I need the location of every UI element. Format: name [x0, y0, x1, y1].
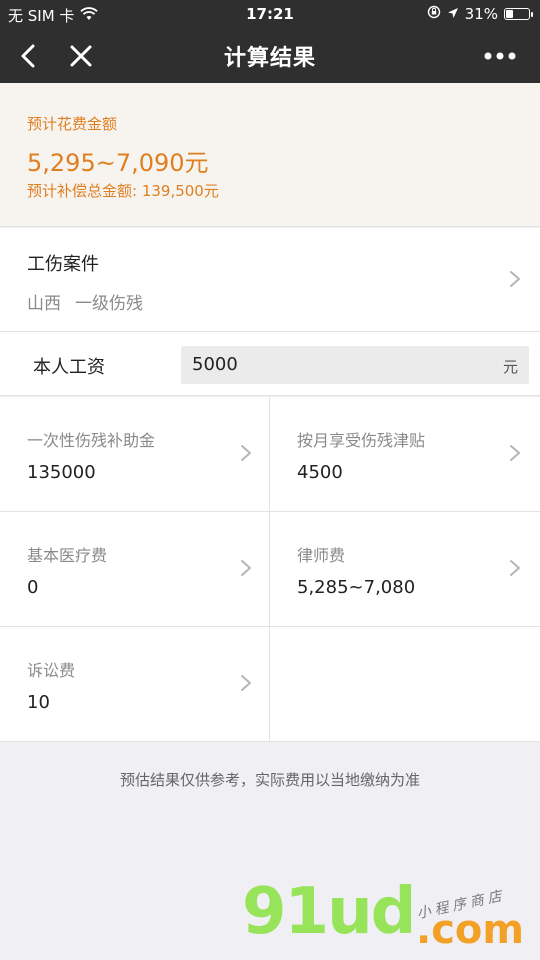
cost-item-empty: [270, 627, 540, 742]
salary-label: 本人工资: [33, 357, 105, 378]
cost-item-label: 按月享受伤残津贴: [297, 431, 426, 450]
estimated-cost-range: 5,295~7,090元: [27, 149, 209, 177]
salary-row: 本人工资 5000 元: [0, 332, 540, 396]
cost-summary: 预计花费金额 5,295~7,090元 预计补偿总金额: 139,500元: [0, 83, 540, 227]
salary-unit: 元: [502, 358, 518, 376]
cost-item-litigation-fee[interactable]: 诉讼费 10: [0, 627, 270, 742]
chevron-right-icon: [241, 675, 251, 691]
case-region: 山西: [27, 294, 61, 314]
cost-item-value: 0: [27, 577, 39, 598]
salary-value: 5000: [192, 354, 238, 375]
cost-items-grid: 一次性伤残补助金 135000 按月享受伤残津贴 4500 基本医疗费 0 律师…: [0, 397, 540, 742]
watermark-domain: .com: [416, 907, 525, 953]
cost-item-label: 诉讼费: [27, 661, 76, 680]
case-details: 山西 一级伤残: [27, 289, 143, 314]
orientation-lock-icon: [427, 5, 441, 23]
case-row[interactable]: 工伤案件 山西 一级伤残: [0, 228, 540, 332]
nav-bar: 计算结果: [0, 28, 540, 83]
cost-item-value: 4500: [297, 462, 343, 483]
chevron-right-icon: [241, 560, 251, 576]
battery-fill: [506, 10, 513, 18]
cost-item-value: 5,285~7,080: [297, 577, 416, 598]
cost-item-value: 135000: [27, 462, 96, 483]
case-title: 工伤案件: [27, 254, 99, 275]
cost-item-lawyer-fee[interactable]: 律师费 5,285~7,080: [270, 512, 540, 627]
salary-input[interactable]: 5000 元: [181, 346, 529, 384]
total-compensation: 预计补偿总金额: 139,500元: [27, 182, 219, 200]
cost-item-disability-subsidy[interactable]: 一次性伤残补助金 135000: [0, 397, 270, 512]
chevron-right-icon: [510, 560, 520, 576]
location-arrow-icon: [447, 5, 459, 23]
battery-percent: 31%: [464, 5, 498, 23]
estimated-cost-label: 预计花费金额: [27, 115, 118, 133]
page-title: 计算结果: [223, 46, 316, 71]
app-header: 无 SIM 卡 17:21 31% 计算结果: [0, 0, 540, 83]
status-right: 31%: [427, 5, 533, 23]
cost-item-label: 一次性伤残补助金: [27, 431, 156, 450]
more-dots-icon: [484, 52, 516, 60]
cost-item-label: 基本医疗费: [27, 546, 108, 565]
case-level: 一级伤残: [75, 294, 143, 314]
battery-icon: [504, 8, 533, 20]
watermark-logo: 91ud 小程序商店 .com: [238, 880, 538, 960]
disclaimer-note: 预估结果仅供参考，实际费用以当地缴纳为准: [119, 771, 420, 789]
cost-item-value: 10: [27, 692, 50, 713]
chevron-right-icon: [510, 445, 520, 461]
cost-item-monthly-allowance[interactable]: 按月享受伤残津贴 4500: [270, 397, 540, 512]
watermark-main: 91ud: [242, 875, 416, 949]
chevron-right-icon: [510, 271, 520, 287]
status-bar: 无 SIM 卡 17:21 31%: [0, 0, 540, 28]
cost-item-label: 律师费: [297, 546, 346, 565]
more-button[interactable]: [480, 38, 520, 74]
cost-item-medical[interactable]: 基本医疗费 0: [0, 512, 270, 627]
chevron-right-icon: [241, 445, 251, 461]
